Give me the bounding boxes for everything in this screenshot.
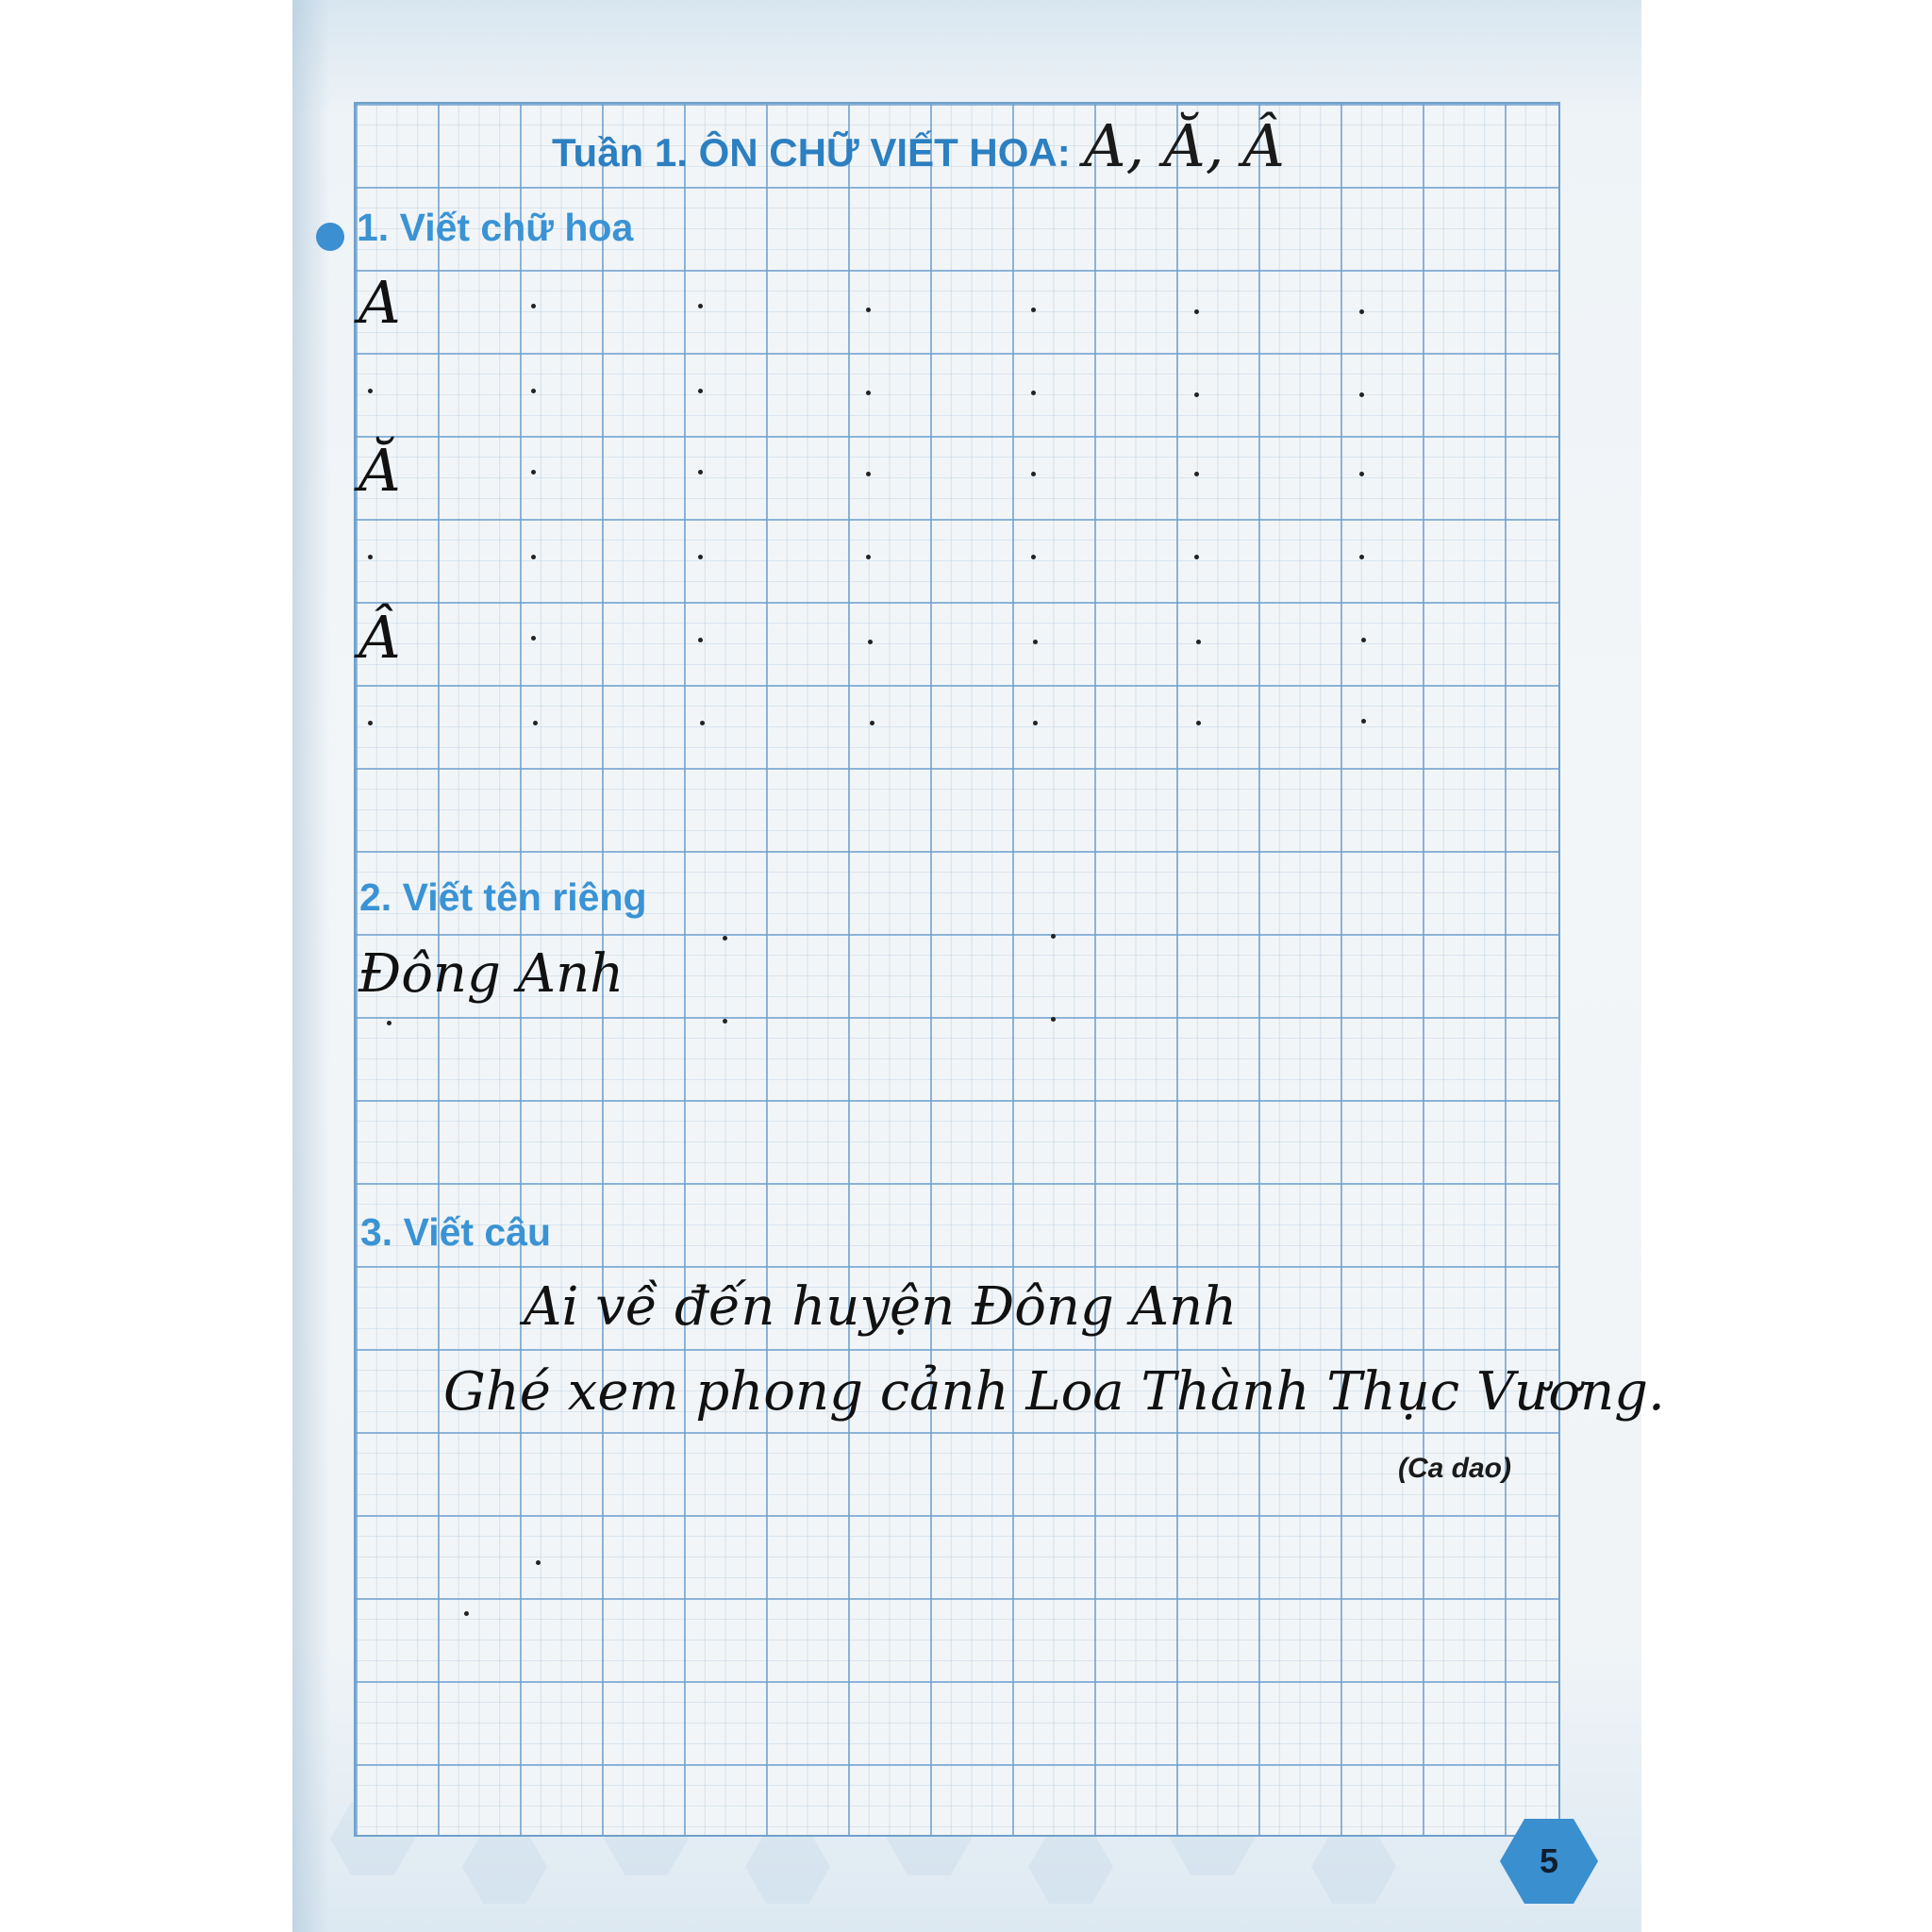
bullet-icon bbox=[316, 223, 344, 251]
hex-shape bbox=[745, 1830, 830, 1904]
title-letters: A, Ă, Â bbox=[1083, 111, 1285, 180]
source-label: (Ca dao) bbox=[1398, 1453, 1511, 1484]
hex-shape bbox=[462, 1830, 547, 1904]
sentence-line-1: Ai về đến huyện Đông Anh bbox=[524, 1276, 1238, 1338]
letter-a-breve: Ă bbox=[358, 436, 401, 505]
section3-heading: 3. Viết câu bbox=[360, 1210, 552, 1254]
page-shadow bbox=[292, 0, 330, 1932]
sentence-line-2: Ghé xem phong cảnh Loa Thành Thục Vương. bbox=[443, 1361, 1665, 1423]
hex-shape bbox=[1028, 1830, 1113, 1904]
letter-a: A bbox=[358, 268, 401, 337]
section2-heading: 2. Viết tên riêng bbox=[359, 875, 647, 919]
hex-shape bbox=[1311, 1830, 1396, 1904]
letter-a-circumflex: Â bbox=[358, 603, 401, 672]
section1-heading: 1. Viết chữ hoa bbox=[357, 206, 634, 249]
title-prefix: Tuần 1. ÔN CHỮ VIẾT HOA: bbox=[552, 130, 1071, 175]
page-number: 5 bbox=[1539, 1841, 1559, 1880]
page-title: Tuần 1. ÔN CHỮ VIẾT HOA: A, Ă, Â bbox=[552, 111, 1285, 187]
proper-name: Đông Anh bbox=[358, 943, 625, 1005]
